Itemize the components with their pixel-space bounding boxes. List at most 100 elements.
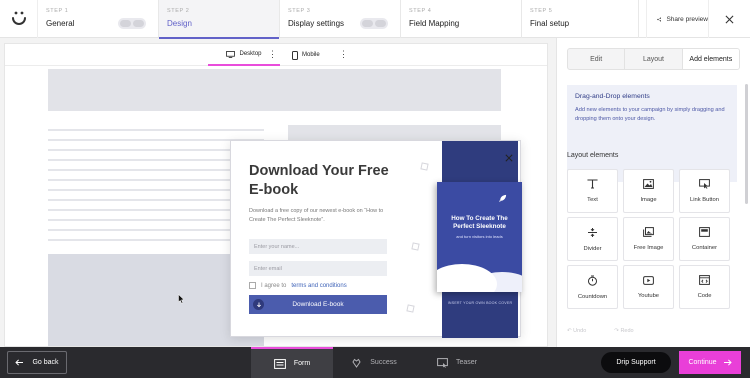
go-back-label: Go back [32,359,59,366]
decor-square [411,242,420,251]
mobile-label: Mobile [302,52,320,58]
editor-side-panel: Edit Layout Add elements Drag-and-Drop e… [556,38,750,347]
bottom-bar: Go back Form Success Teaser Drip Support… [0,347,750,378]
download-icon [253,299,264,310]
elements-grid: Text Image Link Button Divider Free Imag… [567,169,737,309]
tab-add-elements[interactable]: Add elements [682,49,739,69]
free-image-icon [643,227,654,237]
mobile-more-icon[interactable]: ⋮ [339,49,348,59]
design-canvas: Desktop ⋮ Mobile ⋮ Download Your Free E-… [4,43,548,347]
step-label: Design [167,19,192,28]
close-icon [505,154,513,162]
text-icon [587,179,598,189]
tab-edit[interactable]: Edit [568,49,626,69]
terms-link[interactable]: terms and conditions [291,283,346,289]
element-text[interactable]: Text [567,169,618,213]
email-input[interactable]: Enter email [249,261,387,276]
undo-button[interactable]: ↶ Undo [567,328,586,334]
link-button-icon [699,179,710,189]
desktop-icon [226,50,236,58]
panel-scrollbar[interactable] [745,84,748,204]
decor-square [406,304,415,313]
element-label: Free Image [633,245,664,251]
skeleton-line [48,129,264,131]
form-icon [273,358,286,369]
tab-teaser[interactable]: Teaser [416,347,498,378]
step-label: Final setup [530,19,570,28]
redo-button[interactable]: ↷ Redo [614,328,633,334]
share-preview-button[interactable]: Share preview [646,0,708,38]
arrow-left-icon [15,359,24,366]
step-final-setup[interactable]: STEP 5 Final setup [522,0,639,38]
step-design[interactable]: STEP 2 Design [159,0,280,39]
step-field-mapping[interactable]: STEP 4 Field Mapping [401,0,522,38]
top-stepper: STEP 1 General STEP 2 Design STEP 3 Disp… [0,0,750,39]
skeleton-header [48,69,501,111]
image-icon [643,179,654,189]
element-label: Text [587,197,598,203]
close-icon [725,15,734,23]
element-youtube[interactable]: Youtube [623,265,674,309]
step-number: STEP 5 [530,8,553,14]
popup-description[interactable]: Download a free copy of our newest e-boo… [249,207,394,225]
download-ebook-button[interactable]: Download E-book [249,295,387,314]
step-toggle[interactable] [360,18,388,29]
element-image[interactable]: Image [623,169,674,213]
container-icon [699,227,710,237]
step-number: STEP 3 [288,8,311,14]
element-free-image[interactable]: Free Image [623,217,674,261]
info-title: Drag-and-Drop elements [575,93,650,100]
undo-redo-bar: ↶ Undo ↷ Redo [567,328,634,334]
go-back-button[interactable]: Go back [7,351,67,374]
code-icon [699,275,710,285]
drip-support-button[interactable]: Drip Support [601,352,671,373]
sleeknote-logo-icon[interactable] [0,0,38,38]
panel-tabs: Edit Layout Add elements [567,48,740,70]
rocket-icon [498,194,507,203]
teaser-icon [437,357,448,368]
undo-label: Undo [573,328,587,334]
element-label: Countdown [577,293,608,300]
mobile-tab[interactable]: Mobile [292,44,320,66]
mobile-icon [292,50,298,60]
ebook-cover-image[interactable]: How To Create The Perfect Sleeknote and … [437,182,522,292]
element-link-button[interactable]: Link Button [679,169,730,213]
step-number: STEP 2 [167,8,190,14]
close-editor-button[interactable] [708,0,750,38]
divider-icon [588,227,597,237]
continue-button[interactable]: Continue [679,351,741,374]
campaign-popup[interactable]: Download Your Free E-book Download a fre… [230,140,522,338]
tab-form[interactable]: Form [251,347,333,378]
popup-heading[interactable]: Download Your Free E-book [249,162,399,200]
step-general[interactable]: STEP 1 General [38,0,159,38]
mouse-cursor-icon [178,294,185,304]
tab-success[interactable]: Success [333,347,415,378]
element-container[interactable]: Container [679,217,730,261]
desktop-more-icon[interactable]: ⋮ [268,49,277,59]
element-label: Container [691,245,718,251]
step-label: Field Mapping [409,19,460,28]
popup-close-button[interactable] [505,149,513,167]
element-countdown[interactable]: Countdown [567,265,618,309]
youtube-icon [643,275,654,285]
step-number: STEP 4 [409,8,432,14]
decor-square [420,162,429,171]
continue-label: Continue [688,359,717,366]
success-icon [352,358,361,368]
terms-checkbox[interactable] [249,282,256,289]
element-divider[interactable]: Divider [567,217,618,261]
step-display-settings[interactable]: STEP 3 Display settings [280,0,401,38]
tab-layout[interactable]: Layout [625,49,683,69]
name-input[interactable]: Enter your name... [249,239,387,254]
element-code[interactable]: Code [679,265,730,309]
terms-checkbox-row[interactable]: I agree to terms and conditions [249,282,347,289]
layout-elements-title: Layout elements [567,152,619,159]
tab-teaser-label: Teaser [455,359,477,366]
download-label: Download E-book [292,301,344,308]
step-toggle[interactable] [118,18,146,29]
redo-label: Redo [620,328,634,334]
device-switcher: Desktop ⋮ Mobile ⋮ [5,44,547,66]
tab-form-label: Form [293,360,311,367]
countdown-icon [588,275,597,286]
drag-drop-info-box: Drag-and-Drop elements Add new elements … [567,85,737,182]
